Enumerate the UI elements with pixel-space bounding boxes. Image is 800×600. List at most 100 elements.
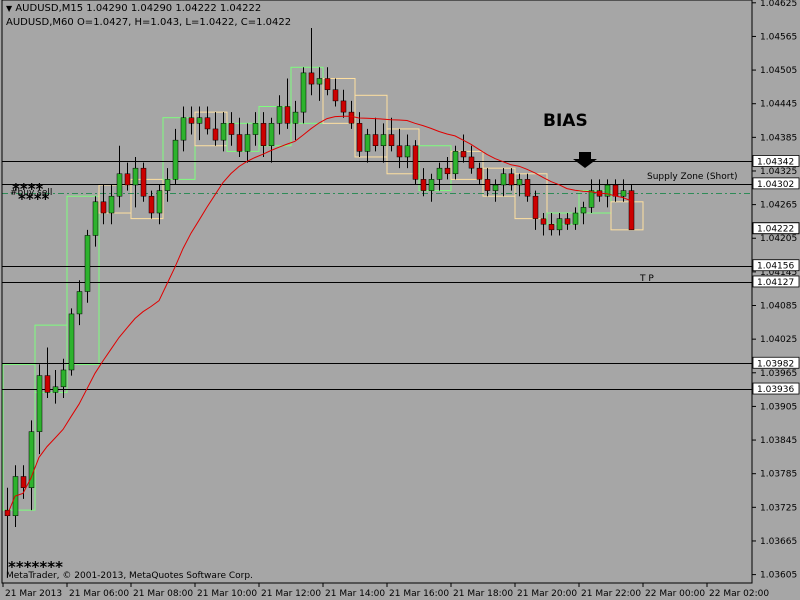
moving-average-layer (6, 115, 632, 516)
bull-candle (316, 78, 323, 85)
bull-candle (588, 190, 595, 208)
bear-candle (124, 173, 131, 186)
moving-average-line (6, 115, 632, 516)
bull-candle (172, 139, 179, 180)
symbol-header: ▼ AUDUSD,M15 1.04290 1.04290 1.04222 1.0… (6, 3, 261, 14)
price-tick-label: 1.03785 (760, 470, 797, 480)
bear-candle (332, 89, 339, 102)
price-tick-label: 1.04325 (760, 167, 797, 177)
bear-candle (340, 100, 347, 113)
bull-candle (76, 291, 83, 315)
bull-candle (404, 145, 411, 158)
bull-candle (556, 218, 563, 231)
time-tick-label: 21 Mar 22:00 (581, 589, 641, 599)
level-badge-label: 1.03936 (757, 385, 794, 395)
time-tick-label: 21 Mar 06:00 (69, 589, 129, 599)
bear-candle (484, 179, 491, 191)
time-tick-label: 22 Mar 02:00 (709, 589, 769, 599)
bear-candle (140, 167, 147, 197)
time-tick-label: 22 Mar 00:00 (645, 589, 705, 599)
bull-candle (452, 151, 459, 175)
time-tick-label: 21 Mar 10:00 (197, 589, 257, 599)
h1-ohlc: AUDUSD,M60 O=1.0427, H=1.043, L=1.0422, … (6, 17, 292, 28)
price-tick-label: 1.03845 (760, 436, 797, 446)
bias-label: BIAS (543, 111, 588, 131)
bull-candle (196, 117, 203, 124)
level-badge-label: 1.03982 (757, 359, 794, 369)
bear-candle (204, 117, 211, 130)
bull-candle (108, 195, 115, 214)
bear-candle (532, 195, 539, 219)
bull-candle (156, 190, 163, 214)
time-tick-label: 21 Mar 16:00 (389, 589, 449, 599)
bear-candle (612, 184, 619, 197)
bear-candle (444, 167, 451, 175)
bull-candle (164, 179, 171, 191)
chart-frame (1, 0, 753, 584)
bull-candle (364, 134, 371, 152)
bear-candle (460, 151, 467, 158)
time-tick-label: 21 Mar 20:00 (517, 589, 577, 599)
bear-candle (348, 111, 355, 124)
bull-candle (572, 212, 579, 225)
bear-candle (468, 156, 475, 169)
bear-candle (100, 201, 107, 214)
collapse-triangle-icon[interactable]: ▼ (6, 4, 12, 13)
price-tick-label: 1.03905 (760, 402, 797, 412)
tp-label: T P (639, 274, 654, 284)
bear-candle (284, 106, 291, 124)
time-tick-label: 21 Mar 08:00 (133, 589, 193, 599)
bear-candle (396, 145, 403, 158)
price-tick-label: 1.04445 (760, 100, 797, 110)
price-tick-label: 1.03965 (760, 369, 797, 379)
bear-candle (524, 179, 531, 197)
bull-candle (220, 123, 227, 141)
bear-candle (372, 134, 379, 147)
time-tick-label: 21 Mar 2013 (5, 589, 62, 599)
bear-candle (476, 167, 483, 180)
bear-candle (564, 218, 571, 225)
price-tick-label: 1.04025 (760, 335, 797, 345)
bear-candle (412, 145, 419, 180)
bear-candle (628, 190, 635, 231)
copyright-label: MetaTrader, © 2001-2013, MetaQuotes Soft… (6, 571, 253, 581)
bear-candle (260, 123, 267, 146)
time-tick-label: 21 Mar 14:00 (325, 589, 385, 599)
price-tick-label: 1.04625 (760, 0, 797, 9)
bear-candle (148, 195, 155, 214)
bear-candle (388, 134, 395, 147)
price-tick-label: 1.04205 (760, 234, 797, 244)
bear-candle (324, 78, 331, 90)
level-badge-label: 1.04156 (757, 262, 794, 272)
bull-candle (500, 173, 507, 186)
bull-candle (620, 190, 627, 197)
bear-candle (20, 476, 27, 488)
bear-candle (308, 72, 315, 85)
bull-candle (492, 184, 499, 191)
chart: 1.04625 1.04565 1.04505 1.04445 1.04385 1.043… (1, 0, 800, 599)
h1-box (610, 201, 644, 231)
price-tick-label: 1.04505 (760, 66, 797, 76)
price-tick-label: 1.04085 (760, 302, 797, 312)
bull-candle (300, 72, 307, 113)
bear-candle (548, 223, 555, 231)
bull-candle (84, 235, 91, 292)
bull-candle (276, 106, 283, 124)
axes-layer: 1.04625 1.04565 1.04505 1.04445 1.04385 1.043… (1, 0, 797, 599)
down-arrow-icon (573, 152, 597, 168)
bull-candle (92, 201, 99, 236)
bull-candle (252, 123, 259, 135)
bear-candle (212, 128, 219, 141)
level-badge-label: 1.04222 (757, 225, 794, 235)
bear-candle (44, 375, 51, 393)
price-tick-label: 1.04565 (760, 32, 797, 42)
bear-candle (228, 123, 235, 135)
time-tick-label: 21 Mar 18:00 (453, 589, 513, 599)
bull-candle (116, 173, 123, 197)
bear-candle (236, 134, 243, 152)
time-tick-label: 21 Mar 12:00 (261, 589, 321, 599)
bull-candle (68, 313, 75, 371)
bull-candle (428, 179, 435, 191)
level-badge-label: 1.04342 (757, 157, 794, 167)
bear-candle (420, 179, 427, 191)
